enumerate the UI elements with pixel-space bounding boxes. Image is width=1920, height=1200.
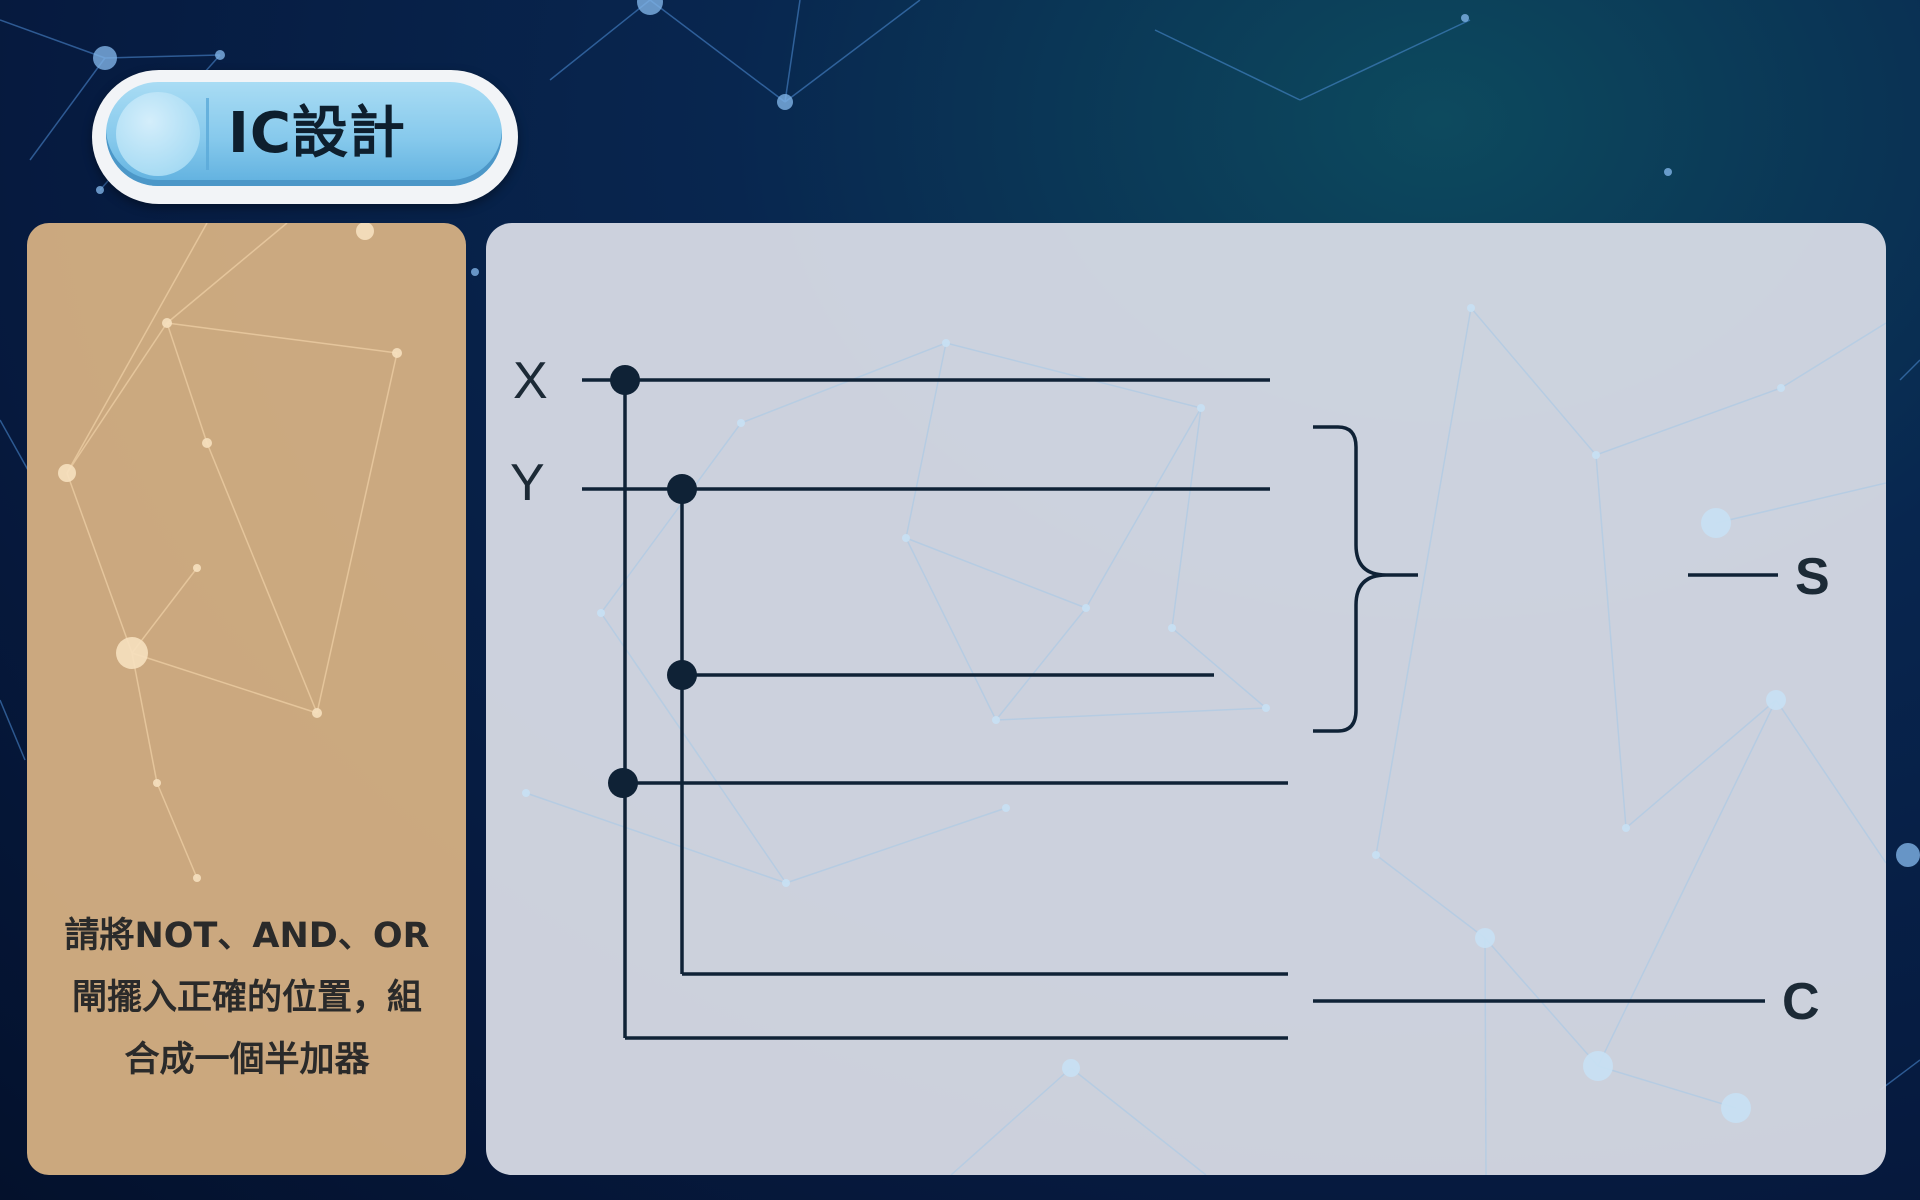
half-adder-circuit: X Y S C (510, 352, 1830, 1040)
y-junction-dot (667, 474, 697, 504)
input-y-label: Y (510, 454, 545, 512)
y-branch-junction-dot (667, 660, 697, 690)
output-s-label: S (1795, 548, 1830, 606)
x-branch-junction-dot (608, 768, 638, 798)
input-x-label: X (513, 352, 548, 410)
x-junction-dot (610, 365, 640, 395)
sum-brace (1313, 425, 1418, 733)
output-c-label: C (1782, 973, 1820, 1031)
